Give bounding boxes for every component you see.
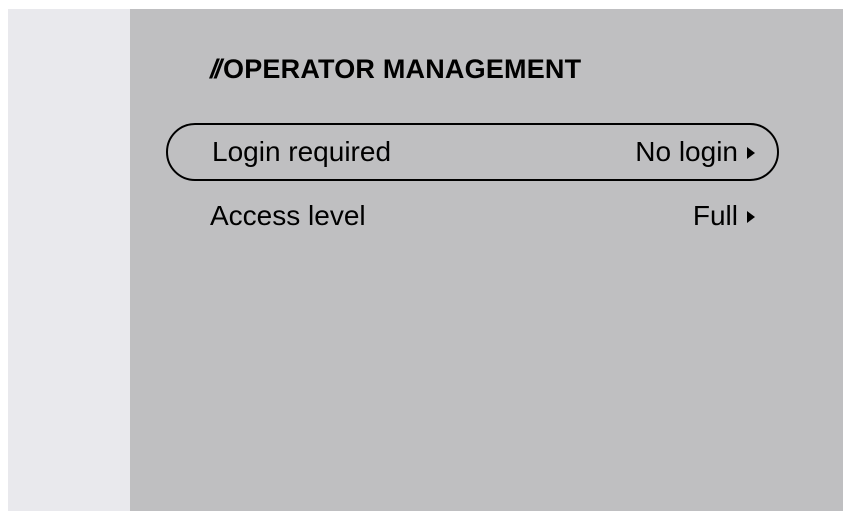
operator-management-panel: //OPERATOR MANAGEMENT Login required No … (130, 9, 843, 511)
page-title: //OPERATOR MANAGEMENT (210, 54, 581, 85)
menu-item-value-group: No login (635, 136, 755, 168)
title-prefix: // (210, 54, 222, 84)
triangle-right-icon (747, 147, 755, 159)
menu-item-value: Full (692, 200, 738, 231)
menu-item-value-group: Full (693, 200, 755, 232)
side-strip (8, 9, 130, 511)
device-screen: //OPERATOR MANAGEMENT Login required No … (8, 9, 843, 511)
menu-item-value: No login (635, 136, 738, 167)
title-text: OPERATOR MANAGEMENT (223, 54, 582, 84)
menu-item-access-level[interactable]: Access level Full (166, 187, 779, 245)
triangle-right-icon (747, 211, 755, 223)
menu-item-label: Login required (212, 136, 392, 167)
menu-item-login-required[interactable]: Login required No login (166, 123, 779, 181)
menu-item-label: Access level (210, 200, 366, 231)
